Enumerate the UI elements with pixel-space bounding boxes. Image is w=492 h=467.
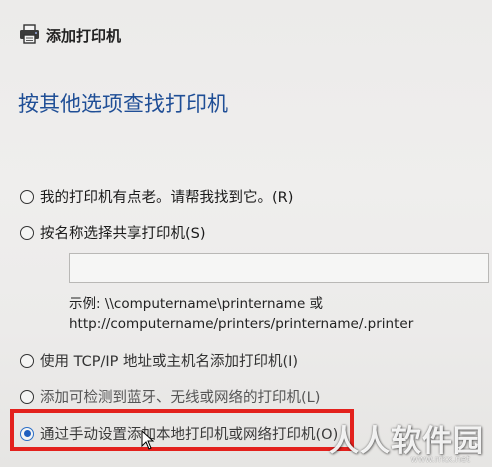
option-label: 我的打印机有点老。请帮我找到它。(R) <box>40 190 294 206</box>
example-text: 示例: \\computername\printername 或 http://… <box>69 294 413 334</box>
radio-button[interactable] <box>20 189 34 204</box>
option-bluetooth-wireless-network-printer[interactable]: 添加可检测到蓝牙、无线或网络的打印机(L) <box>20 386 320 407</box>
example-line-2: http://computername/printers/printername… <box>69 316 414 332</box>
printer-icon <box>20 24 39 44</box>
radio-button-selected[interactable] <box>20 426 34 441</box>
option-label: 按名称选择共享打印机(S) <box>40 226 206 242</box>
option-manual-local-network-printer[interactable]: 通过手动设置添加本地打印机或网络打印机(O) <box>20 423 338 444</box>
radio-button[interactable] <box>20 353 34 368</box>
option-label: 添加可检测到蓝牙、无线或网络的打印机(L) <box>40 390 321 406</box>
window-title: 添加打印机 <box>46 27 122 45</box>
watermark-url: www.rrkx.net <box>410 455 470 465</box>
option-tcpip-printer[interactable]: 使用 TCP/IP 地址或主机名添加打印机(I) <box>20 350 298 371</box>
example-line-1: 示例: \\computername\printername 或 <box>69 296 324 312</box>
option-label: 通过手动设置添加本地打印机或网络打印机(O) <box>40 427 339 443</box>
page-heading: 按其他选项查找打印机 <box>18 92 228 116</box>
option-shared-printer-by-name[interactable]: 按名称选择共享打印机(S) <box>20 222 206 243</box>
mouse-cursor-icon <box>141 430 155 450</box>
radio-button[interactable] <box>20 389 34 404</box>
shared-printer-name-input[interactable] <box>69 253 489 283</box>
option-label: 使用 TCP/IP 地址或主机名添加打印机(I) <box>40 354 299 370</box>
option-old-printer[interactable]: 我的打印机有点老。请帮我找到它。(R) <box>20 186 293 207</box>
radio-button[interactable] <box>20 225 34 240</box>
watermark-logo: 人人软件园 <box>329 424 484 459</box>
title-bar: 添加打印机 <box>0 0 492 66</box>
